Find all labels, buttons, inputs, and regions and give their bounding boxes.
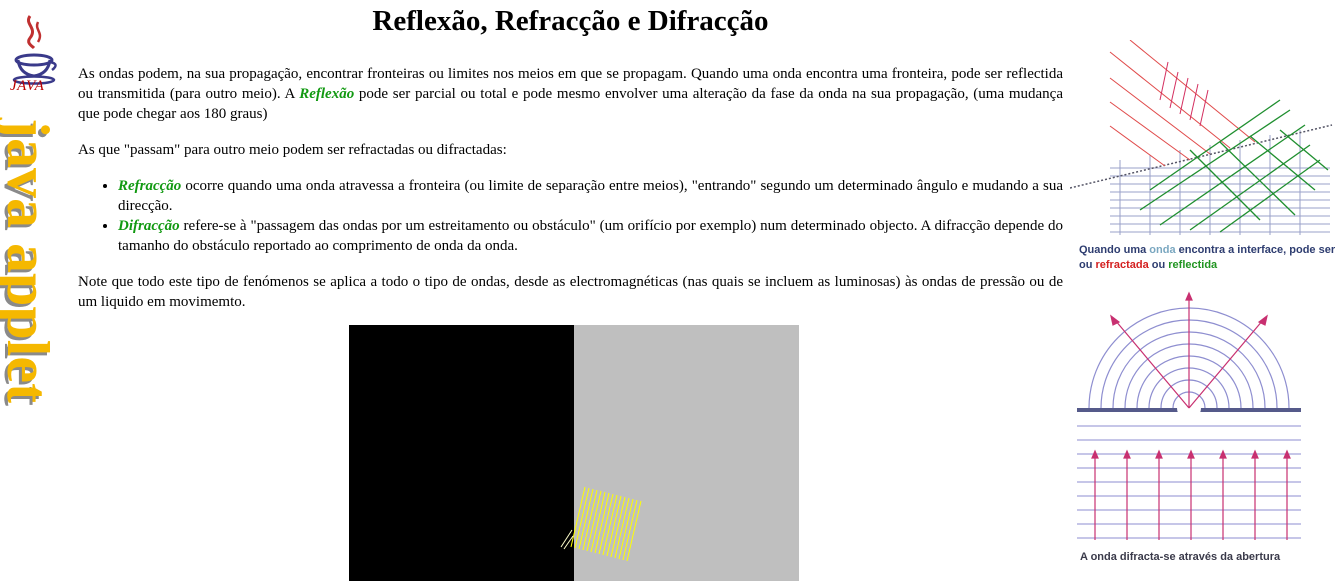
list-item-difraccao: Difracção refere-se à "passagem das onda… [118,216,1063,256]
java-applet-banner: java applet [0,110,75,490]
diffraction-diagram [1077,291,1301,540]
difraccao-text: refere-se à "passagem das ondas por um e… [118,218,1063,254]
term-difraccao: Difracção [118,218,180,234]
caption1-onda: onda [1149,244,1176,256]
phenomena-list: Refracção ocorre quando uma onda atraves… [78,176,1063,256]
list-item-refraccao: Refracção ocorre quando uma onda atraves… [118,176,1063,216]
java-logo-text: JAVA [10,78,45,94]
intro-paragraph: As ondas podem, na sua propagação, encon… [78,64,1063,124]
wave-applet-canvas[interactable] [349,325,799,581]
note-paragraph: Note que todo este tipo de fenómenos se … [78,274,1063,310]
transition-paragraph: As que "passam" para outro meio podem se… [78,142,507,158]
java-applet-label: java applet [0,118,61,403]
term-refraccao: Refracção [118,178,182,194]
term-reflexao: Reflexão [299,86,355,102]
main-content: Reflexão, Refracção e Difracção As ondas… [78,0,1063,312]
diffraction-caption: A onda difracta-se através da abertura [1080,551,1281,563]
page-title: Reflexão, Refracção e Difracção [372,5,769,37]
caption1-text-c: ou [1148,259,1169,271]
refraccao-text: ocorre quando uma onda atravessa a front… [118,178,1063,214]
refraction-reflection-diagram [1070,40,1333,235]
refraction-caption: Quando uma onda encontra a interface, po… [1079,243,1339,273]
caption1-text-a: Quando uma [1079,244,1150,256]
caption1-reflectida: reflectida [1168,259,1218,271]
caption1-refractada: refractada [1095,259,1149,271]
sidebar: JAVA java applet [0,0,75,581]
